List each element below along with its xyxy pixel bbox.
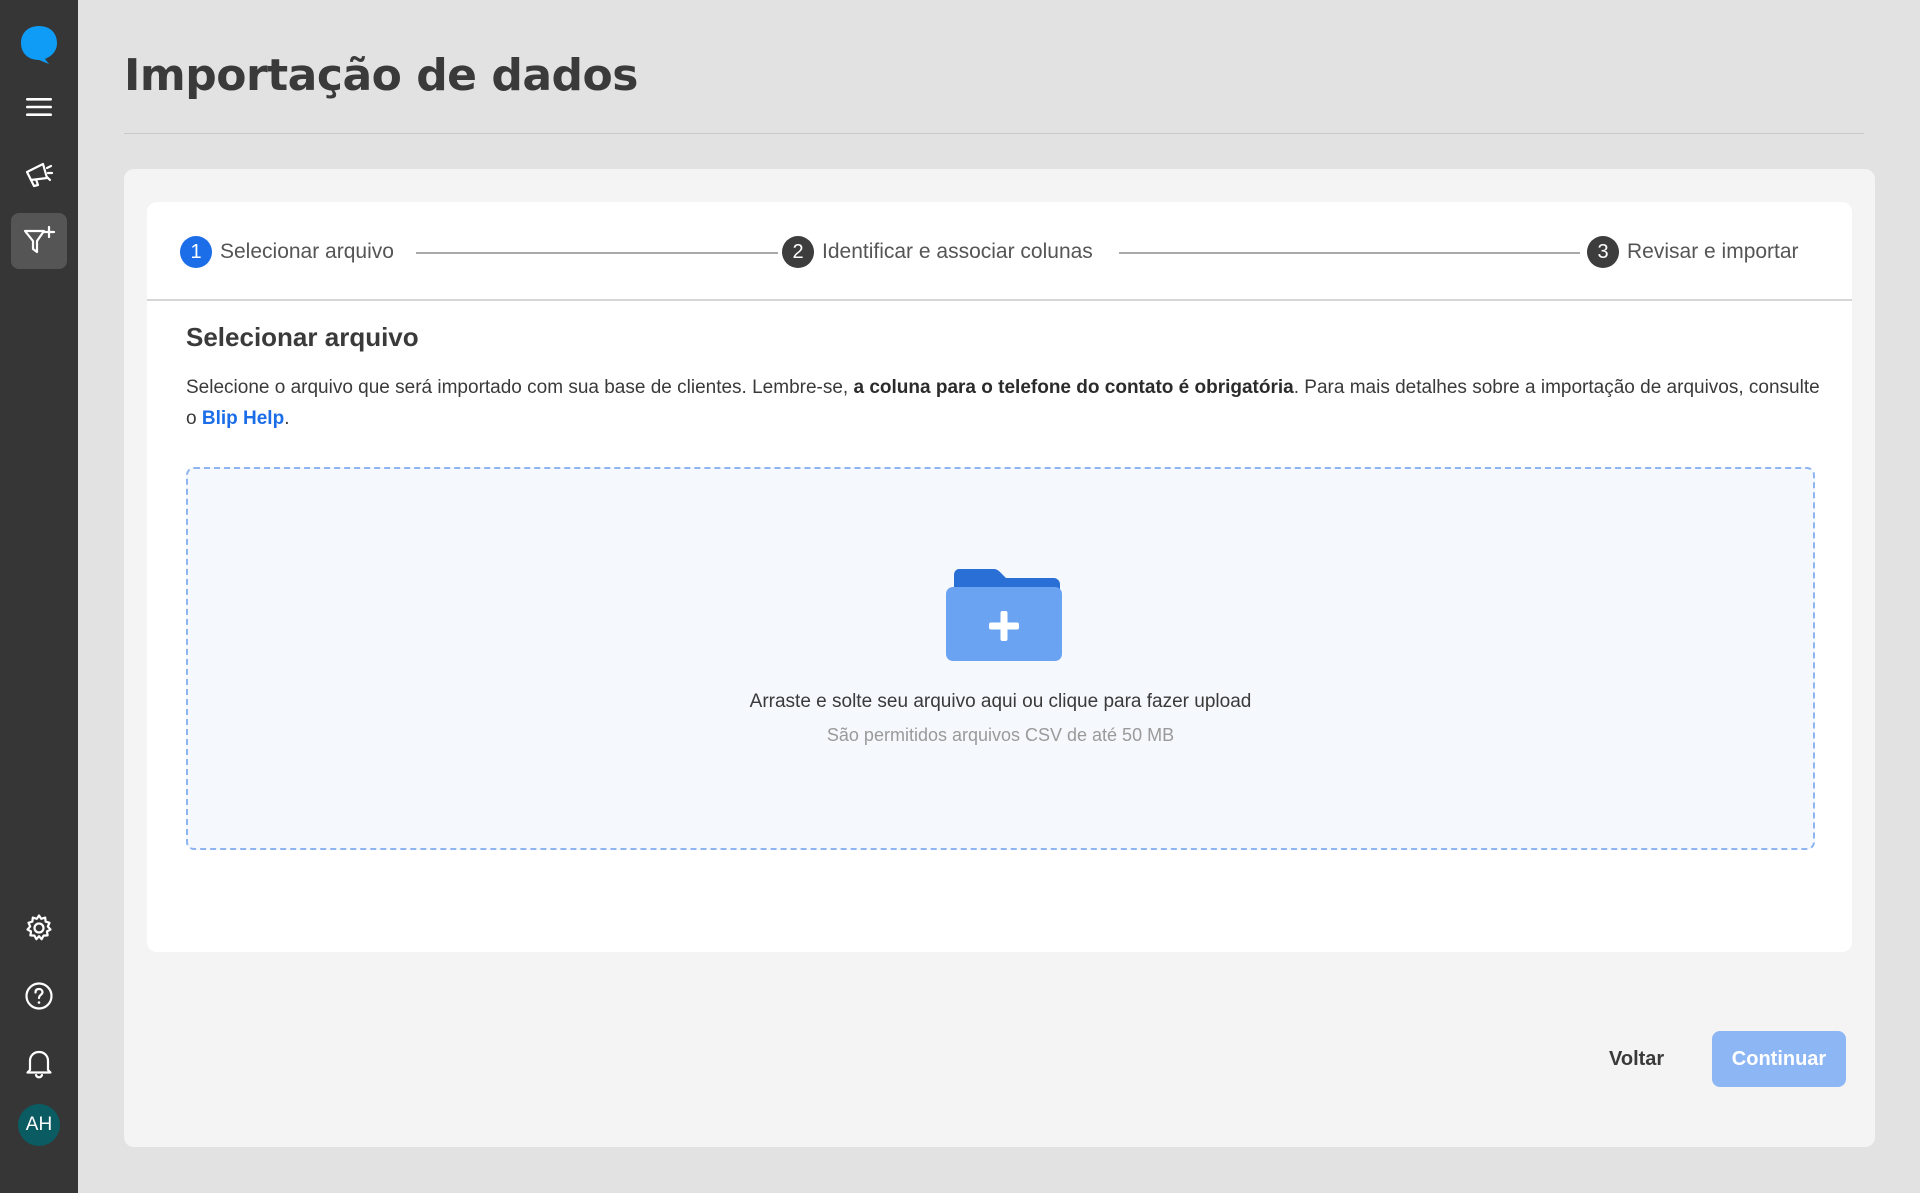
audience-filter-button[interactable] xyxy=(11,213,67,269)
menu-button[interactable] xyxy=(11,79,67,135)
megaphone-icon xyxy=(25,162,54,188)
step-map-columns[interactable]: 2 Identificar e associar colunas xyxy=(782,236,1093,268)
settings-button[interactable] xyxy=(11,900,67,956)
instructions-suffix: . xyxy=(284,408,290,429)
step-number: 2 xyxy=(782,236,814,268)
avatar-initials: AH xyxy=(25,1114,53,1135)
gear-icon xyxy=(26,914,52,941)
back-button[interactable]: Voltar xyxy=(1589,1031,1684,1087)
sidebar: AH xyxy=(0,0,78,1193)
instructions-required-note: a coluna para o telefone do contato é ob… xyxy=(853,377,1294,398)
step-number: 1 xyxy=(180,236,212,268)
blip-help-link[interactable]: Blip Help xyxy=(202,408,284,429)
main-panel: 1 Selecionar arquivo 2 Identificar e ass… xyxy=(124,169,1875,1147)
dropzone-file-limit: São permitidos arquivos CSV de até 50 MB xyxy=(826,725,1175,745)
dropzone-instruction: Arraste e solte seu arquivo aqui ou cliq… xyxy=(749,691,1252,712)
instructions-text: Selecione o arquivo que será importado c… xyxy=(186,372,1826,434)
notifications-button[interactable] xyxy=(11,1035,67,1091)
filter-plus-icon xyxy=(23,225,56,254)
bell-icon xyxy=(26,1050,52,1079)
step-number: 3 xyxy=(1587,236,1619,268)
blip-chat-bubble-icon xyxy=(21,26,57,64)
folder-plus-icon xyxy=(946,569,1062,661)
step-connector xyxy=(1119,252,1580,254)
step-label: Identificar e associar colunas xyxy=(822,240,1093,263)
stepper: 1 Selecionar arquivo 2 Identificar e ass… xyxy=(147,202,1852,301)
section-title: Selecionar arquivo xyxy=(186,322,419,352)
step-label: Selecionar arquivo xyxy=(220,240,394,263)
help-icon xyxy=(25,982,53,1010)
file-dropzone[interactable]: Arraste e solte seu arquivo aqui ou cliq… xyxy=(186,467,1815,850)
menu-icon xyxy=(26,98,52,116)
step-review-import[interactable]: 3 Revisar e importar xyxy=(1587,236,1799,268)
instructions-prefix: Selecione o arquivo que será importado c… xyxy=(186,377,854,398)
title-divider xyxy=(124,133,1864,134)
step-label: Revisar e importar xyxy=(1627,240,1799,263)
import-card: 1 Selecionar arquivo 2 Identificar e ass… xyxy=(147,202,1852,952)
help-button[interactable] xyxy=(11,968,67,1024)
continue-button[interactable]: Continuar xyxy=(1712,1031,1846,1087)
step-select-file[interactable]: 1 Selecionar arquivo xyxy=(180,236,394,268)
avatar[interactable]: AH xyxy=(18,1104,60,1146)
step-connector xyxy=(416,252,778,254)
blip-logo[interactable] xyxy=(11,16,67,72)
page-title: Importação de dados xyxy=(124,50,638,101)
campaigns-button[interactable] xyxy=(11,146,67,202)
